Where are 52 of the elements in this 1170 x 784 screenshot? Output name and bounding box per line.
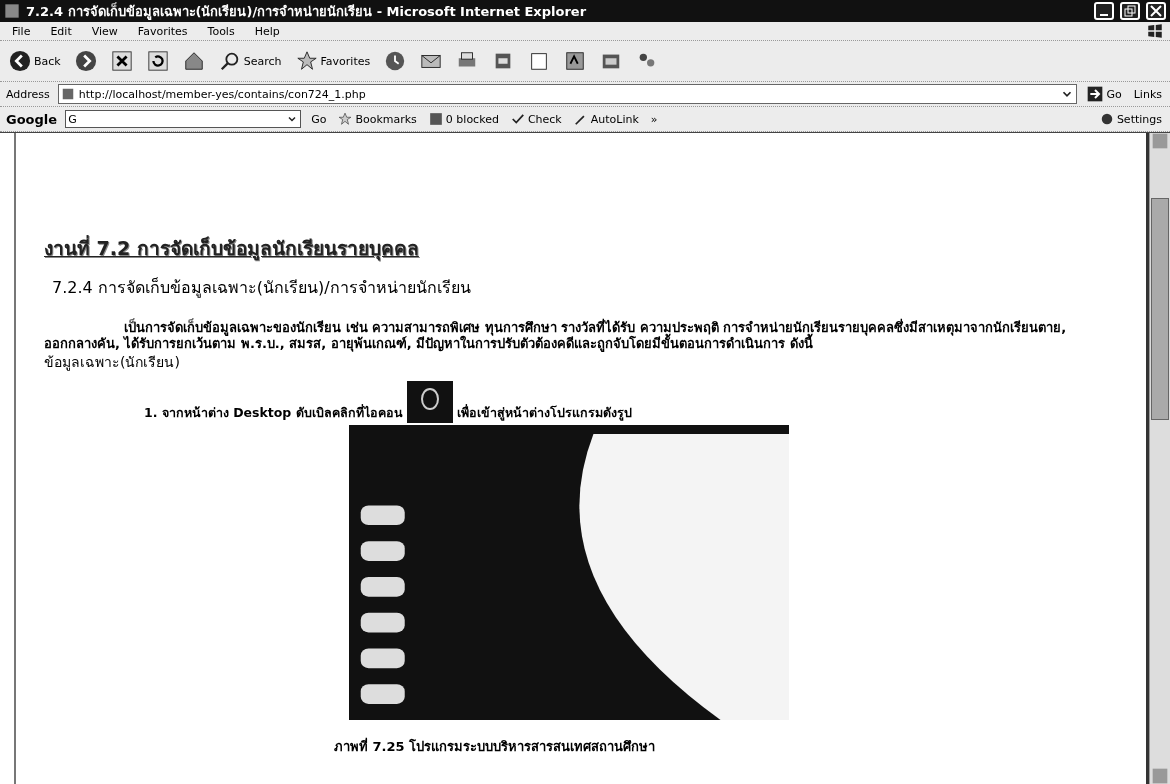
search-icon (218, 50, 241, 72)
scroll-down-icon (1152, 768, 1168, 784)
google-search-field[interactable]: G (65, 110, 302, 128)
minimize-button[interactable] (1094, 2, 1114, 20)
scrollbar[interactable] (1149, 133, 1170, 784)
menu-item[interactable]: Help (248, 24, 286, 38)
window-title: 7.2.4 การจัดเก็บข้อมูลเฉพาะ(นักเรียน)/การจำหน่ายนักเรียน - Microsoft Internet Explorer (26, 1, 588, 22)
chat-window-icon (564, 50, 587, 72)
bookmarks-button[interactable]: Bookmarks (336, 112, 419, 126)
back-button[interactable]: Back (6, 48, 64, 74)
restore-button[interactable] (1120, 2, 1140, 20)
step-text: เพื่อเข้าสู่หน้าต่างโปรแกรมดังรูป (456, 403, 632, 423)
menu-item[interactable]: Edit (44, 24, 78, 38)
spell-check-button[interactable]: Check (508, 112, 564, 126)
menu-item[interactable]: View (85, 24, 124, 38)
menu-item[interactable]: Tools (201, 24, 241, 38)
popup-blocker-button[interactable]: 0 blocked (426, 112, 501, 126)
scroll-up-icon (1152, 133, 1168, 149)
figure-caption: ภาพที่ 7.25 โปรแกรมระบบบริหารสารสนเทศสถานศึกษา (334, 736, 657, 757)
check-icon (510, 112, 525, 126)
page-banner-title: งานที่ 7.2 การจัดเก็บข้อมูลนักเรียนรายบุคคล (44, 234, 420, 263)
go-button[interactable]: Go (1085, 86, 1124, 102)
address-label: Address (6, 87, 50, 101)
star-icon (338, 112, 353, 126)
restore-icon (1124, 5, 1136, 17)
stop-icon (110, 50, 133, 72)
address-field[interactable]: http://localhost/member-yes/contains/con724_1.php (57, 84, 1078, 104)
minimize-icon (1100, 14, 1108, 16)
intro-paragraph: เป็นการจัดเก็บข้อมูลเฉพาะของนักเรียน เช่น ความสามารถพิเศษ ทุนการศึกษา รางวัลที่ได้รับ ความประพฤติ การจำหน่ายนักเรียนรายบุคคลซึ่งมีสาเหตุมาจากนักเรียนตาย, ออกกลางคัน, ได้รับการยกเว้นตาม พ.ร.บ., สมรส, อายุพ้นเกณฑ์, มีปัญหาในการปรับตัวต้องคดีและถูกจับโดยมีขั้นตอนการดำเนินการ ดังนี้ (44, 320, 1068, 352)
step-text: 1. จากหน้าต่าง Desktop ดับเบิลคลิกที่ไอคอน (144, 403, 403, 423)
links-button[interactable]: Links (1131, 87, 1164, 101)
autolink-button[interactable]: AutoLink (571, 112, 641, 126)
browser-page-icon (4, 3, 20, 19)
history-clock-icon (384, 50, 407, 72)
more-button[interactable]: » (648, 112, 660, 126)
google-logo: Google (6, 111, 58, 127)
section-heading: 7.2.4 การจัดเก็บข้อมูลเฉพาะ(นักเรียน)/การจำหน่ายนักเรียน (52, 276, 472, 300)
windows-flag-icon (1146, 22, 1164, 40)
search-button[interactable]: Search (215, 48, 285, 74)
close-icon (1150, 5, 1162, 17)
favorites-button[interactable]: Favorites (292, 48, 374, 74)
menu-item[interactable]: File (6, 24, 37, 38)
google-go-button[interactable]: Go (309, 112, 329, 126)
home-icon (182, 50, 205, 72)
refresh-icon (146, 50, 169, 72)
program-shortcut-icon (406, 381, 453, 424)
star-icon (295, 50, 318, 72)
subheading: ข้อมูลเฉพาะ(นักเรียน) (44, 353, 181, 373)
arrow-right-icon (1087, 86, 1104, 102)
settings-button[interactable]: Settings (1097, 112, 1164, 126)
menu-item[interactable]: Favorites (131, 24, 194, 38)
close-button[interactable] (1146, 2, 1166, 20)
